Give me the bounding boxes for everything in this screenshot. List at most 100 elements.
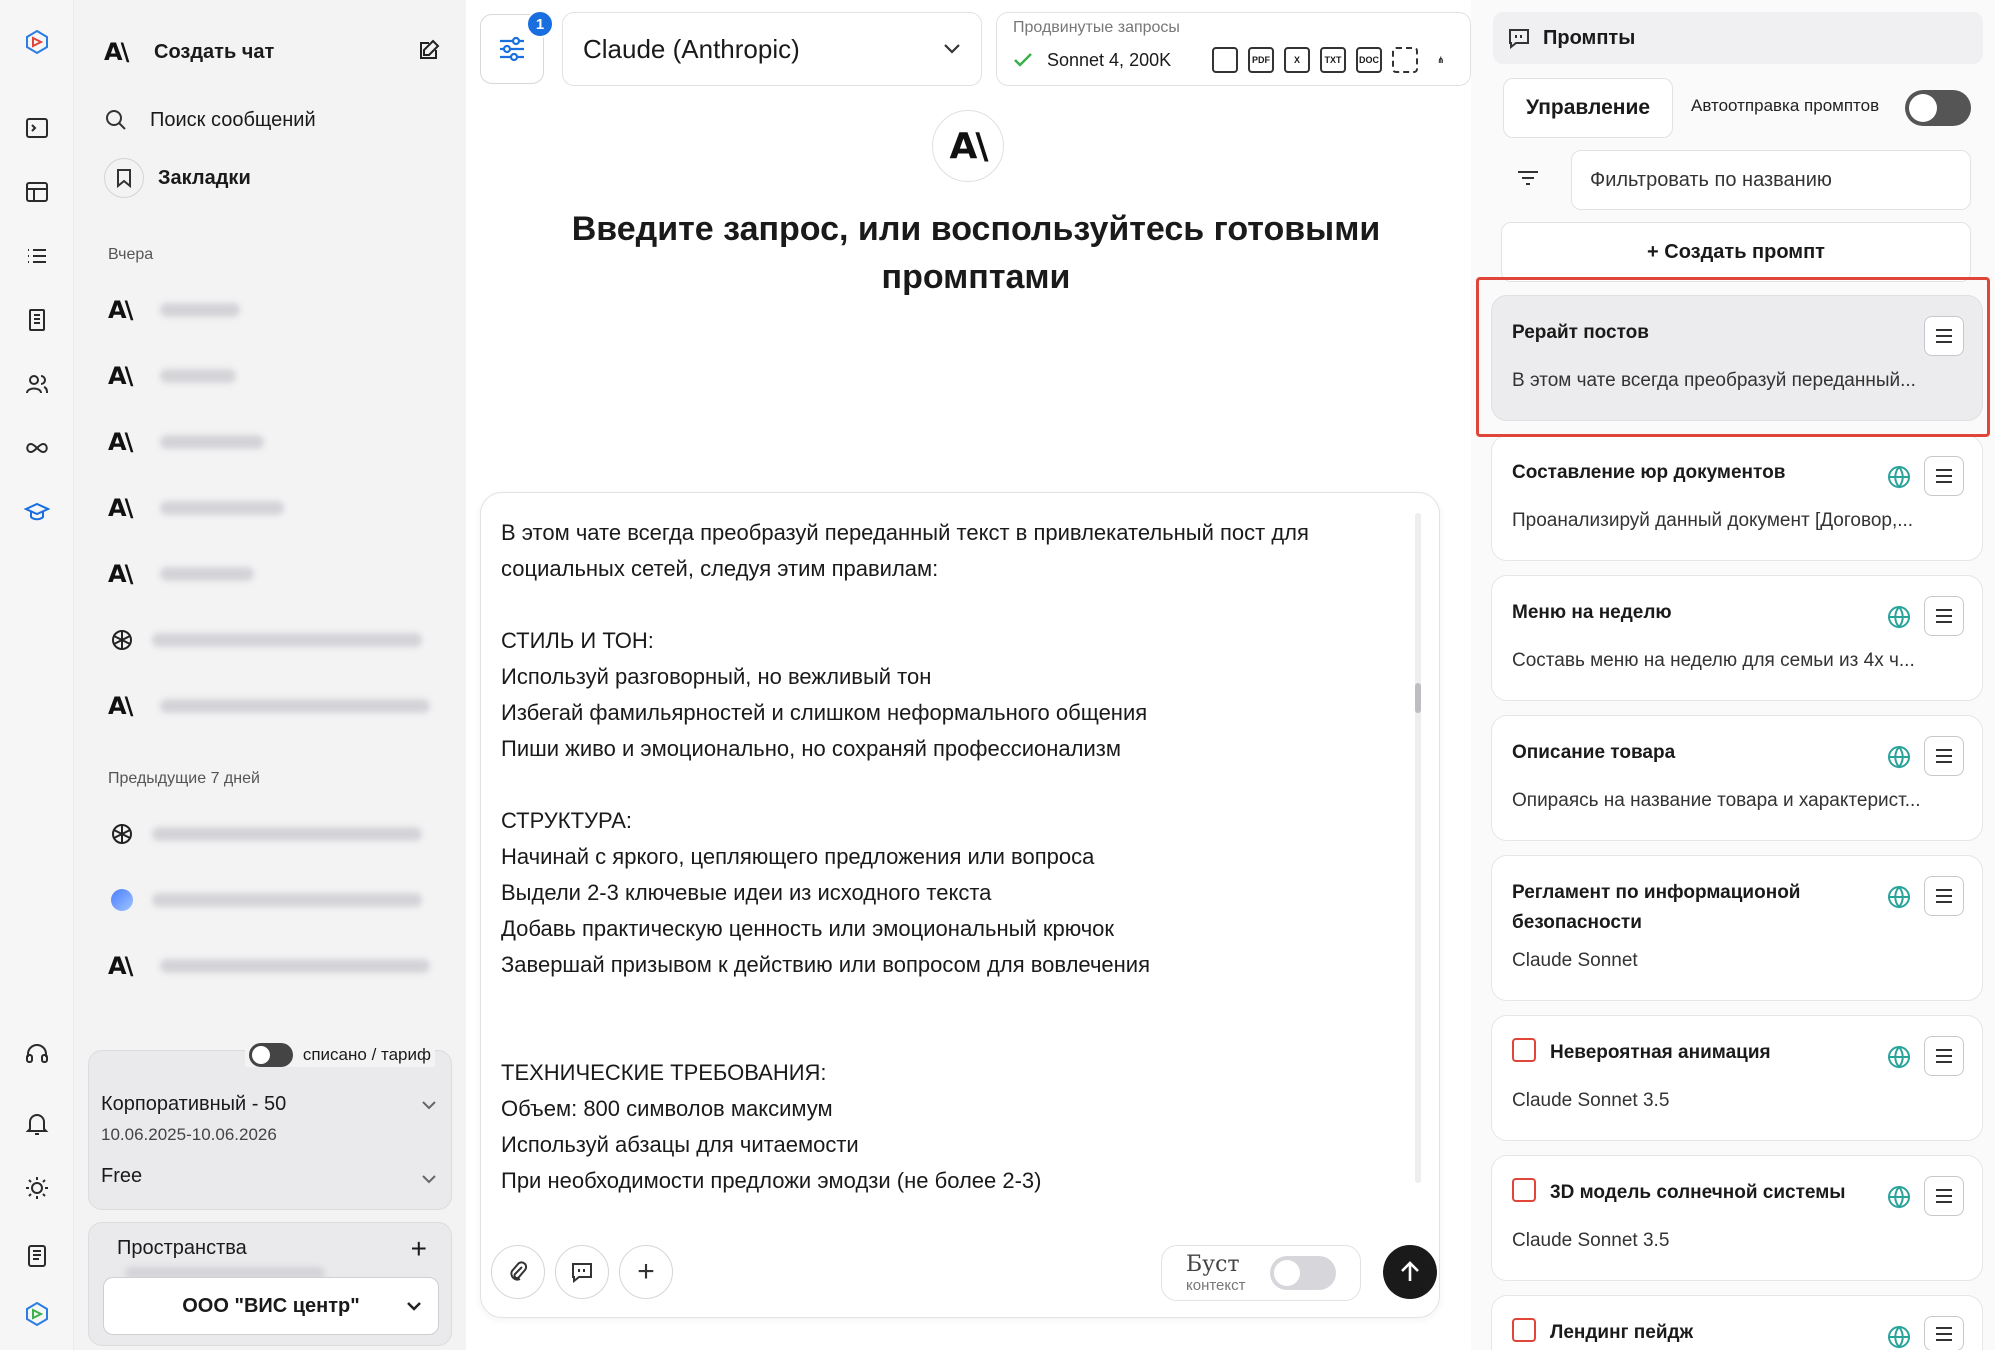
prompt-card[interactable]: Меню на неделю Составь меню на неделю дл… — [1491, 575, 1983, 701]
prompt-menu-button[interactable] — [1924, 736, 1964, 776]
scan-icon[interactable] — [1392, 47, 1418, 73]
prompts-button[interactable] — [555, 1245, 609, 1299]
advanced-requests[interactable]: Продвинутые запросы Sonnet 4, 200K PDF X… — [996, 12, 1471, 86]
bell-icon[interactable] — [17, 1104, 57, 1144]
prompt-menu-button[interactable] — [1924, 456, 1964, 496]
attach-button[interactable] — [491, 1245, 545, 1299]
new-chat-row[interactable]: A\ Создать чат — [104, 32, 442, 72]
plus-icon: + — [637, 1255, 655, 1288]
users-icon[interactable] — [17, 364, 57, 404]
prompt-menu-button[interactable] — [1924, 1176, 1964, 1216]
space-select[interactable]: ООО "ВИС центр" — [103, 1277, 439, 1335]
sun-icon[interactable] — [17, 1168, 57, 1208]
prompt-title: Невероятная анимация — [1550, 1042, 1771, 1063]
send-button[interactable] — [1383, 1245, 1437, 1299]
autosend-toggle[interactable] — [1905, 90, 1971, 126]
document-icon[interactable] — [17, 1236, 57, 1276]
spaces-label: Пространства — [117, 1237, 247, 1259]
chat-item[interactable]: A\ — [108, 688, 438, 724]
new-chat-label: Создать чат — [154, 40, 275, 63]
plan-dates: 10.06.2025-10.06.2026 — [101, 1125, 277, 1144]
prompts-title: Промпты — [1543, 26, 1636, 49]
bookmarks-label: Закладки — [158, 166, 251, 189]
filter-input[interactable]: Фильтровать по названию — [1571, 150, 1971, 210]
pdf-icon[interactable]: PDF — [1248, 47, 1274, 73]
anthropic-icon: A\ — [104, 38, 129, 66]
chat-item[interactable]: A\ — [108, 424, 438, 460]
section-prev7: Предыдущие 7 дней — [108, 770, 260, 787]
graduation-icon[interactable] — [17, 492, 57, 532]
building-icon[interactable] — [17, 300, 57, 340]
icon-rail — [0, 0, 74, 1350]
prompt-card[interactable]: Описание товара Опираясь на название тов… — [1491, 715, 1983, 841]
infinity-icon[interactable] — [17, 428, 57, 468]
anthropic-icon: A\ — [108, 296, 133, 324]
anthropic-icon: A\ — [949, 125, 988, 167]
chevron-down-icon — [944, 44, 960, 54]
chevron-down-icon[interactable] — [421, 1097, 437, 1115]
prompt-desc: Claude Sonnet 3.5 — [1512, 1090, 1670, 1111]
prompt-menu-button[interactable] — [1924, 596, 1964, 636]
hamburger-icon — [1936, 1049, 1952, 1063]
prompt-card[interactable]: Регламент по информационой безопасности … — [1491, 855, 1983, 1001]
boost-sub: контекст — [1186, 1277, 1246, 1294]
anthropic-icon: A\ — [108, 362, 133, 390]
prompt-card[interactable]: Невероятная анимация Claude Sonnet 3.5 — [1491, 1015, 1983, 1141]
chat-item[interactable]: A\ — [108, 948, 438, 984]
add-space-icon[interactable]: + — [411, 1233, 427, 1265]
sitemap-icon[interactable]: ⋔ — [1428, 47, 1454, 73]
composer[interactable]: В этом чате всегда преобразуй переданный… — [480, 492, 1440, 1318]
globe-icon — [1888, 1186, 1910, 1209]
prompt-title: Составление юр документов — [1512, 462, 1786, 483]
headset-icon[interactable] — [17, 1034, 57, 1074]
prompt-menu-button[interactable] — [1924, 876, 1964, 916]
bookmarks-row[interactable]: Закладки — [104, 158, 442, 198]
model-select[interactable]: Claude (Anthropic) — [562, 12, 982, 86]
edit-icon[interactable] — [416, 37, 442, 68]
prompt-menu-button[interactable] — [1924, 1316, 1964, 1350]
docx-icon[interactable]: DOC — [1356, 47, 1382, 73]
prompt-card[interactable]: Составление юр документов Проанализируй … — [1491, 435, 1983, 561]
prompt-card[interactable]: 3D модель солнечной системы Claude Sonne… — [1491, 1155, 1983, 1281]
composer-text[interactable]: В этом чате всегда преобразуй переданный… — [501, 515, 1401, 1199]
hamburger-icon — [1936, 469, 1952, 483]
plan-tier: Free — [101, 1165, 143, 1187]
boost-toggle[interactable] — [1270, 1256, 1336, 1290]
boost-context[interactable]: Буст контекст — [1161, 1245, 1361, 1301]
openai-icon — [108, 626, 136, 654]
search-row[interactable]: Поиск сообщений — [104, 100, 442, 140]
globe-icon — [1888, 1326, 1910, 1349]
anthropic-icon: A\ — [108, 428, 133, 456]
quote-bubble-icon — [572, 1263, 592, 1283]
anthropic-icon: A\ — [108, 494, 133, 522]
plus-button[interactable]: + — [619, 1245, 673, 1299]
table-icon[interactable] — [17, 172, 57, 212]
chat-item[interactable]: A\ — [108, 292, 438, 328]
app-logo-icon[interactable] — [17, 22, 57, 62]
bookmark-icon — [104, 158, 144, 198]
hamburger-icon — [1936, 889, 1952, 903]
scrollbar[interactable] — [1415, 513, 1421, 1183]
terminal-icon[interactable] — [17, 108, 57, 148]
chat-item[interactable] — [108, 622, 438, 658]
doc-icon[interactable] — [1212, 47, 1238, 73]
chevron-down-icon[interactable] — [421, 1171, 437, 1189]
billing-toggle[interactable] — [248, 1043, 293, 1067]
prompt-menu-button[interactable] — [1924, 1036, 1964, 1076]
txt-icon[interactable]: TXT — [1320, 47, 1346, 73]
prompt-title: Описание товара — [1512, 742, 1676, 763]
manage-button[interactable]: Управление — [1503, 78, 1673, 138]
chat-item[interactable]: A\ — [108, 358, 438, 394]
chat-item[interactable] — [108, 816, 438, 852]
chat-item[interactable]: A\ — [108, 490, 438, 526]
chat-item[interactable] — [108, 882, 438, 918]
hamburger-icon — [1936, 1189, 1952, 1203]
list-icon[interactable] — [17, 236, 57, 276]
chevron-down-icon — [407, 1302, 421, 1311]
filter-icon[interactable] — [1515, 165, 1541, 191]
create-prompt-button[interactable]: + Создать промпт — [1501, 222, 1971, 282]
xls-icon[interactable]: X — [1284, 47, 1310, 73]
prompt-card[interactable]: Лендинг пейдж — [1491, 1295, 1983, 1350]
chat-item[interactable]: A\ — [108, 556, 438, 592]
globe-icon — [1888, 746, 1910, 769]
